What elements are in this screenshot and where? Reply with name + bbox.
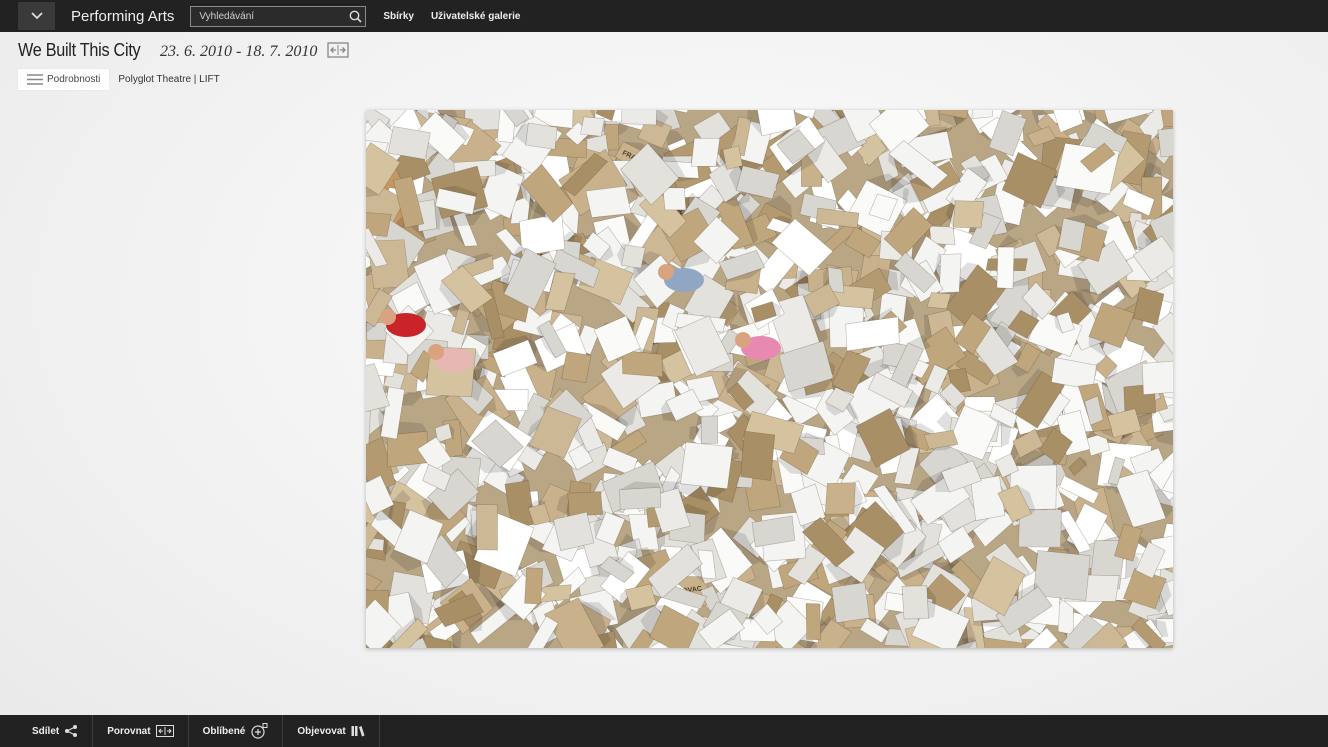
top-bar: Performing Arts Sbírky Uživatelské galer… (0, 0, 1328, 32)
share-label: Sdílet (32, 725, 60, 737)
exhibit-dates: 23. 6. 2010 - 18. 7. 2010 (159, 43, 318, 60)
page-title: We Built This City (18, 40, 141, 60)
exhibit-header: We Built This City 23. 6. 2010 - 18. 7. … (18, 40, 349, 61)
details-row: Podrobnosti Polyglot Theatre | LIFT (18, 69, 220, 90)
chevron-down-icon (30, 12, 43, 20)
search-icon[interactable] (345, 7, 365, 26)
share-icon (65, 725, 78, 737)
favorites-label: Oblíbené (202, 725, 246, 737)
bottom-toolbar: Sdílet Porovnat Oblíbené Objevovat (0, 715, 1328, 747)
compare-icon[interactable] (327, 42, 349, 63)
compare-icon (155, 725, 174, 737)
favorites-button[interactable]: Oblíbené (189, 715, 284, 747)
app-title[interactable]: Performing Arts (71, 8, 174, 25)
details-label: Podrobnosti (47, 74, 101, 85)
nav-user-galleries[interactable]: Uživatelské galerie (431, 11, 521, 22)
menu-toggle-button[interactable] (18, 2, 55, 30)
details-button[interactable]: Podrobnosti (18, 69, 110, 90)
menu-lines-icon (27, 74, 43, 85)
discover-button[interactable]: Objevovat (283, 715, 380, 747)
cardboard-boxes-photo: CRYOVACFRAGILECRYOVACFRAGILECRYOVACCRYOV… (366, 110, 1173, 648)
search-box[interactable] (190, 5, 367, 27)
search-input[interactable] (191, 10, 346, 22)
discover-label: Objevovat (297, 725, 346, 737)
compare-label: Porovnat (107, 725, 151, 737)
compare-button[interactable]: Porovnat (93, 715, 189, 747)
exhibit-photo[interactable]: CRYOVACFRAGILECRYOVACFRAGILECRYOVACCRYOV… (366, 110, 1173, 648)
source-credit: Polyglot Theatre | LIFT (118, 74, 220, 85)
nav-collections[interactable]: Sbírky (383, 11, 414, 22)
add-favorite-icon (251, 723, 268, 739)
share-button[interactable]: Sdílet (0, 715, 94, 747)
discover-icon (351, 726, 365, 737)
